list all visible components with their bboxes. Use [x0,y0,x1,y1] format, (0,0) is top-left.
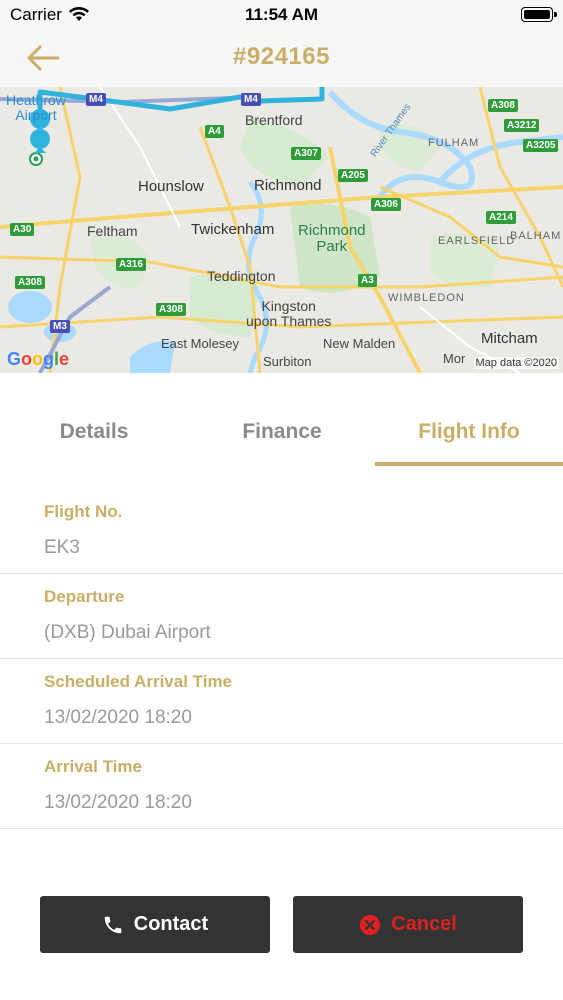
road-badge-a306: A306 [371,198,401,211]
road-badge-a316: A316 [116,258,146,271]
scheduled-arrival-value: 13/02/2020 18:20 [44,707,192,728]
map-label-feltham: Feltham [87,223,138,239]
map-label-morden: Mor [443,351,466,366]
road-badge-a3205: A3205 [523,139,559,152]
map-label-kingston: Kingston upon Thames [246,298,332,329]
flight-number-row: Flight No. EK3 [0,489,563,574]
map-label-earlsfield: EARLSFIELD [438,235,516,247]
arrival-time-row: Arrival Time 13/02/2020 18:20 [0,744,563,829]
road-badge-m4a: M4 [86,93,106,106]
flight-number-label: Flight No. [44,502,123,521]
map-label-new-malden: New Malden [323,336,396,351]
contact-button-label: Contact [133,913,209,935]
page-title: #924165 [233,43,330,70]
map-label-richmond-park: Richmond Park [298,222,366,255]
departure-row: Departure (DXB) Dubai Airport [0,574,563,659]
road-badge-a4: A4 [205,125,224,138]
arrival-time-value: 13/02/2020 18:20 [44,792,192,813]
tab-finance[interactable]: Finance [188,420,376,444]
google-logo: Google [7,349,70,369]
map-label-twickenham: Twickenham [191,221,275,238]
flight-number-value: EK3 [44,537,80,558]
map-canvas [0,87,563,373]
map-label-fulham: FULHAM [428,137,480,149]
road-badge-a308-bottom: A308 [156,303,186,316]
departure-value: (DXB) Dubai Airport [44,622,211,643]
map-label-east-molesey: East Molesey [161,336,240,351]
route-map[interactable]: Heathrow Airport Brentford FULHAM Hounsl… [0,87,563,373]
scheduled-arrival-row: Scheduled Arrival Time 13/02/2020 18:20 [0,659,563,744]
arrival-time-label: Arrival Time [44,757,142,776]
tab-flight-info[interactable]: Flight Info [375,420,563,444]
map-label-brentford: Brentford [245,112,303,128]
map-label-heathrow: Heathrow Airport [6,92,66,123]
map-label-balham: BALHAM [510,230,562,242]
road-badge-m3: M3 [50,320,70,333]
road-badge-a307: A307 [291,147,321,160]
nav-bar: #924165 [0,30,563,87]
road-badge-a3212: A3212 [504,119,540,132]
road-badge-m4b: M4 [241,93,261,106]
cancel-button-label: Cancel [391,913,457,935]
map-attribution[interactable]: Map data ©2020 [473,357,559,369]
battery-icon [521,7,557,22]
departure-label: Departure [44,587,125,606]
map-label-richmond: Richmond [254,177,322,194]
status-bar: Carrier 11:54 AM [0,0,563,30]
phone-icon [104,916,122,933]
road-badge-a3: A3 [358,274,377,287]
road-badge-a205: A205 [338,169,368,182]
cancel-button[interactable]: Cancel [293,896,523,953]
map-label-hounslow: Hounslow [138,178,204,195]
scheduled-arrival-label: Scheduled Arrival Time [44,672,233,691]
active-tab-indicator [375,462,563,466]
cancel-circle-icon [360,914,381,935]
road-badge-a308-top: A308 [488,99,518,112]
map-label-teddington: Teddington [207,268,276,284]
road-badge-a214: A214 [486,211,516,224]
tab-details[interactable]: Details [0,420,188,444]
map-label-mitcham: Mitcham [481,330,538,347]
road-badge-a308-left: A308 [15,276,45,289]
tab-bar: Details Finance Flight Info [0,373,563,468]
road-badge-a30: A30 [10,223,35,236]
contact-button[interactable]: Contact [40,896,270,953]
map-label-surbiton: Surbiton [263,354,312,369]
map-label-wimbledon: WIMBLEDON [388,292,465,304]
status-time: 11:54 AM [244,5,319,24]
